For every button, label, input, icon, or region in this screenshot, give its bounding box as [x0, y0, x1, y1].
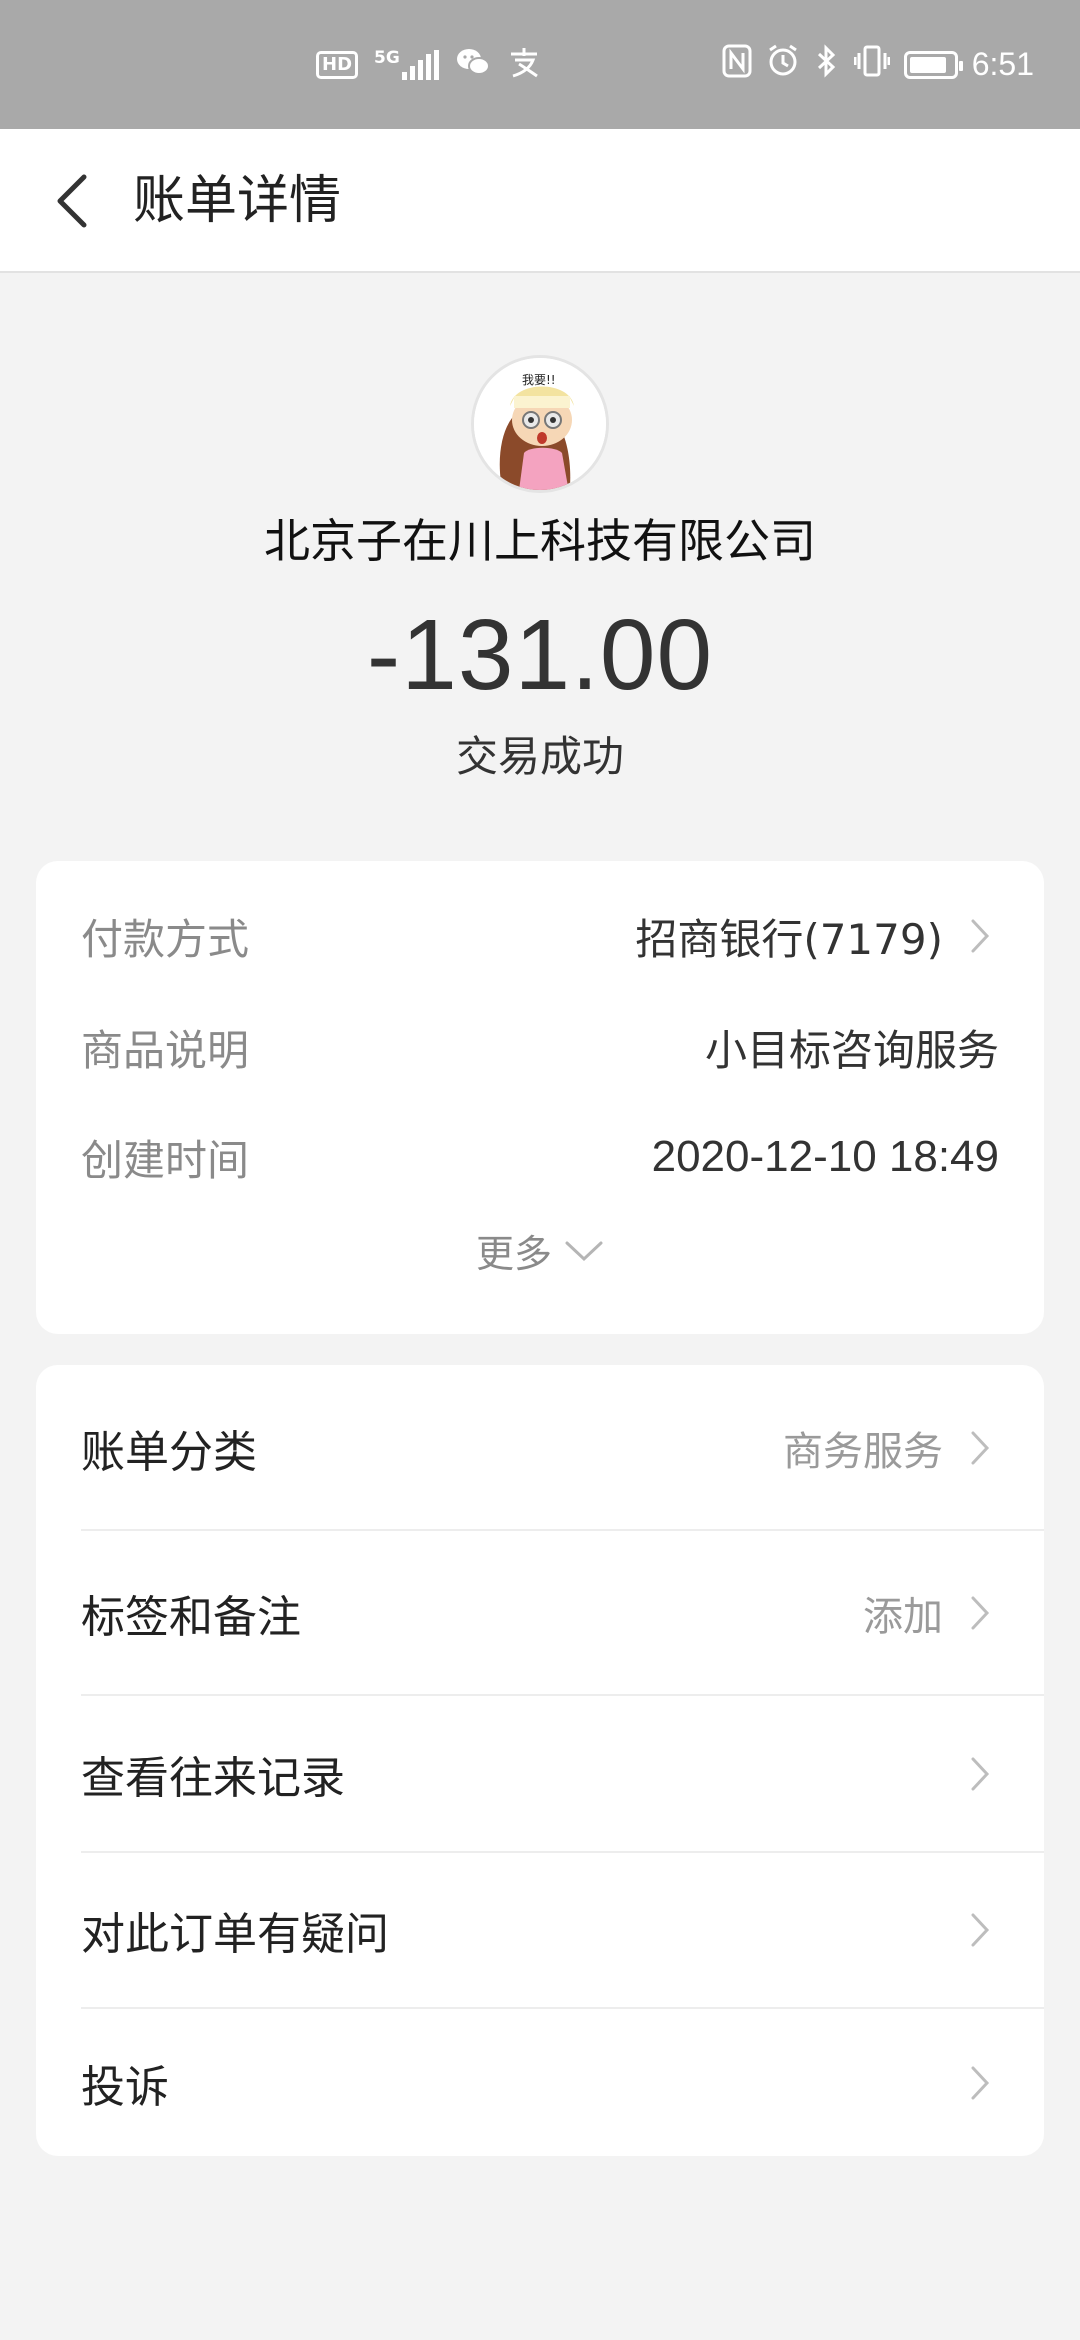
transaction-amount: -131.00: [366, 599, 714, 711]
back-button[interactable]: [40, 169, 104, 233]
nfc-icon: [722, 44, 752, 86]
status-bar: HD 5G 6:51: [0, 0, 1080, 129]
complaint-row[interactable]: 投诉: [81, 2009, 1044, 2156]
hd-icon: HD: [316, 50, 359, 79]
alipay-icon: [507, 46, 541, 84]
bill-category-label: 账单分类: [81, 1426, 257, 1478]
chevron-right-icon: [961, 1423, 999, 1473]
avatar-sticker-text: 我要!!: [522, 373, 556, 387]
bill-actions-card: 账单分类 商务服务 标签和备注 添加 查看往来记录 对此订单有疑问 投诉: [36, 1365, 1044, 2156]
back-arrow-icon: [57, 174, 87, 228]
clock-time: 6:51: [971, 46, 1034, 82]
more-button[interactable]: 更多: [36, 1223, 1044, 1278]
status-right-group: 6:51: [722, 0, 1034, 129]
tags-notes-value: 添加: [863, 1593, 943, 1640]
product-description-label: 商品说明: [81, 1025, 250, 1075]
tags-notes-row[interactable]: 标签和备注 添加: [81, 1531, 1044, 1694]
app-header: 账单详情: [0, 129, 1080, 273]
view-records-row[interactable]: 查看往来记录: [81, 1696, 1044, 1851]
view-records-label: 查看往来记录: [81, 1752, 345, 1804]
chevron-right-icon: [961, 1588, 999, 1638]
network-type-label: 5G: [374, 47, 400, 68]
vibrate-icon: [853, 44, 891, 86]
more-label: 更多: [475, 1232, 552, 1276]
created-time-row: 创建时间 2020-12-10 18:49: [81, 1127, 999, 1187]
bill-category-row[interactable]: 账单分类 商务服务: [81, 1365, 1044, 1530]
product-description-value: 小目标咨询服务: [704, 1025, 999, 1075]
alarm-icon: [766, 44, 800, 86]
merchant-avatar: 我要!!: [471, 355, 609, 493]
wechat-icon: [455, 47, 491, 83]
chevron-right-icon: [961, 911, 999, 961]
bill-category-value: 商务服务: [783, 1428, 943, 1475]
product-description-row: 商品说明 小目标咨询服务: [81, 1017, 999, 1077]
created-time-value: 2020-12-10 18:49: [651, 1132, 999, 1181]
bluetooth-icon: [814, 43, 840, 86]
signal-icon: 5G: [374, 47, 439, 80]
complaint-label: 投诉: [81, 2061, 169, 2113]
chevron-right-icon: [961, 1905, 999, 1955]
transaction-info-card: 付款方式 招商银行(7179) 商品说明 小目标咨询服务 创建时间 2020-1…: [36, 861, 1044, 1334]
transaction-status: 交易成功: [455, 732, 624, 781]
chevron-right-icon: [961, 2058, 999, 2108]
payment-method-value: 招商银行(7179): [635, 914, 943, 964]
status-left-group: HD 5G: [316, 0, 541, 129]
battery-icon: [903, 50, 963, 79]
merchant-name: 北京子在川上科技有限公司: [264, 514, 816, 568]
page-title: 账单详情: [133, 171, 342, 231]
created-time-label: 创建时间: [81, 1135, 250, 1185]
tags-notes-label: 标签和备注: [81, 1591, 301, 1643]
payment-method-label: 付款方式: [81, 914, 250, 964]
payment-method-row[interactable]: 付款方式 招商银行(7179): [81, 906, 999, 966]
order-question-label: 对此订单有疑问: [81, 1909, 389, 1960]
chevron-right-icon: [961, 1749, 999, 1799]
chevron-down-icon: [565, 1241, 603, 1261]
order-question-row[interactable]: 对此订单有疑问: [81, 1853, 1044, 2007]
